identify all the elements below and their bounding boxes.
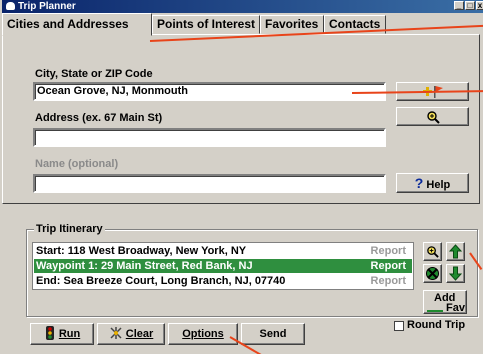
name-field[interactable] (33, 174, 386, 193)
itinerary-row-waypoint-1[interactable]: Waypoint 1: 29 Main Street, Red Bank, NJ… (34, 259, 412, 273)
tab-cities-and-addresses[interactable]: Cities and Addresses (2, 13, 152, 36)
address-label: Address (ex. 67 Main St) (35, 112, 163, 124)
minimize-button[interactable]: _ (454, 1, 464, 10)
name-label: Name (optional) (35, 158, 119, 170)
clear-label: Clear (125, 328, 154, 340)
traffic-light-icon (45, 326, 54, 340)
add-fav-bottom-label: Fav (446, 302, 465, 314)
arrow-up-icon (448, 244, 463, 259)
tab-points-of-interest[interactable]: Points of Interest (152, 15, 260, 34)
window-title: Trip Planner (18, 1, 76, 12)
question-icon: ? (414, 175, 424, 191)
city-label: City, State or ZIP Code (35, 68, 153, 80)
remove-stop-button[interactable] (423, 264, 442, 283)
zoom-search-button[interactable] (396, 107, 469, 126)
address-field[interactable] (33, 128, 386, 147)
maximize-button[interactable]: □ (465, 1, 475, 10)
send-label: Send (259, 328, 287, 340)
itinerary-row-end[interactable]: End: Sea Breeze Court, Long Branch, NJ, … (34, 274, 412, 288)
magnifier-icon (426, 111, 440, 124)
move-up-button[interactable] (446, 242, 465, 261)
options-button[interactable]: Options (168, 323, 238, 345)
zoom-to-stop-button[interactable] (423, 242, 442, 261)
round-trip-checkbox[interactable] (394, 321, 404, 331)
close-button[interactable]: x (476, 1, 483, 10)
app-icon (6, 2, 15, 10)
clear-button[interactable]: Clear (97, 323, 165, 345)
help-button[interactable]: ? Help (396, 173, 469, 193)
itinerary-row-text: Start: 118 West Broadway, New York, NY (36, 245, 247, 257)
report-link[interactable]: Report (371, 274, 406, 288)
round-trip-label: Round Trip (407, 319, 466, 331)
trip-itinerary-title: Trip Itinerary (34, 223, 105, 235)
help-label: Help (426, 179, 451, 191)
report-link[interactable]: Report (371, 259, 406, 273)
clear-icon (110, 327, 122, 339)
report-link[interactable]: Report (371, 244, 406, 258)
title-bar[interactable]: Trip Planner _ □ x (2, 0, 483, 13)
run-button[interactable]: Run (30, 323, 94, 345)
itinerary-row-text: End: Sea Breeze Court, Long Branch, NJ, … (36, 275, 286, 287)
run-label: Run (58, 328, 81, 340)
move-down-button[interactable] (446, 264, 465, 283)
city-field[interactable]: Ocean Grove, NJ, Monmouth (33, 82, 386, 101)
tab-favorites[interactable]: Favorites (260, 15, 324, 34)
delete-icon (426, 267, 439, 280)
itinerary-row-text: Waypoint 1: 29 Main Street, Red Bank, NJ (36, 260, 253, 272)
add-favorite-button[interactable]: Add Fav (423, 290, 467, 314)
itinerary-row-start[interactable]: Start: 118 West Broadway, New York, NY R… (34, 244, 412, 258)
send-button[interactable]: Send (241, 323, 305, 345)
itinerary-list[interactable]: Start: 118 West Broadway, New York, NY R… (32, 242, 414, 290)
arrow-down-icon (448, 266, 463, 281)
options-label: Options (182, 328, 224, 340)
trip-planner-window: Trip Planner _ □ x Cities and Addresses … (0, 0, 483, 354)
magnifier-icon (427, 246, 439, 258)
green-bar-icon (427, 310, 443, 312)
